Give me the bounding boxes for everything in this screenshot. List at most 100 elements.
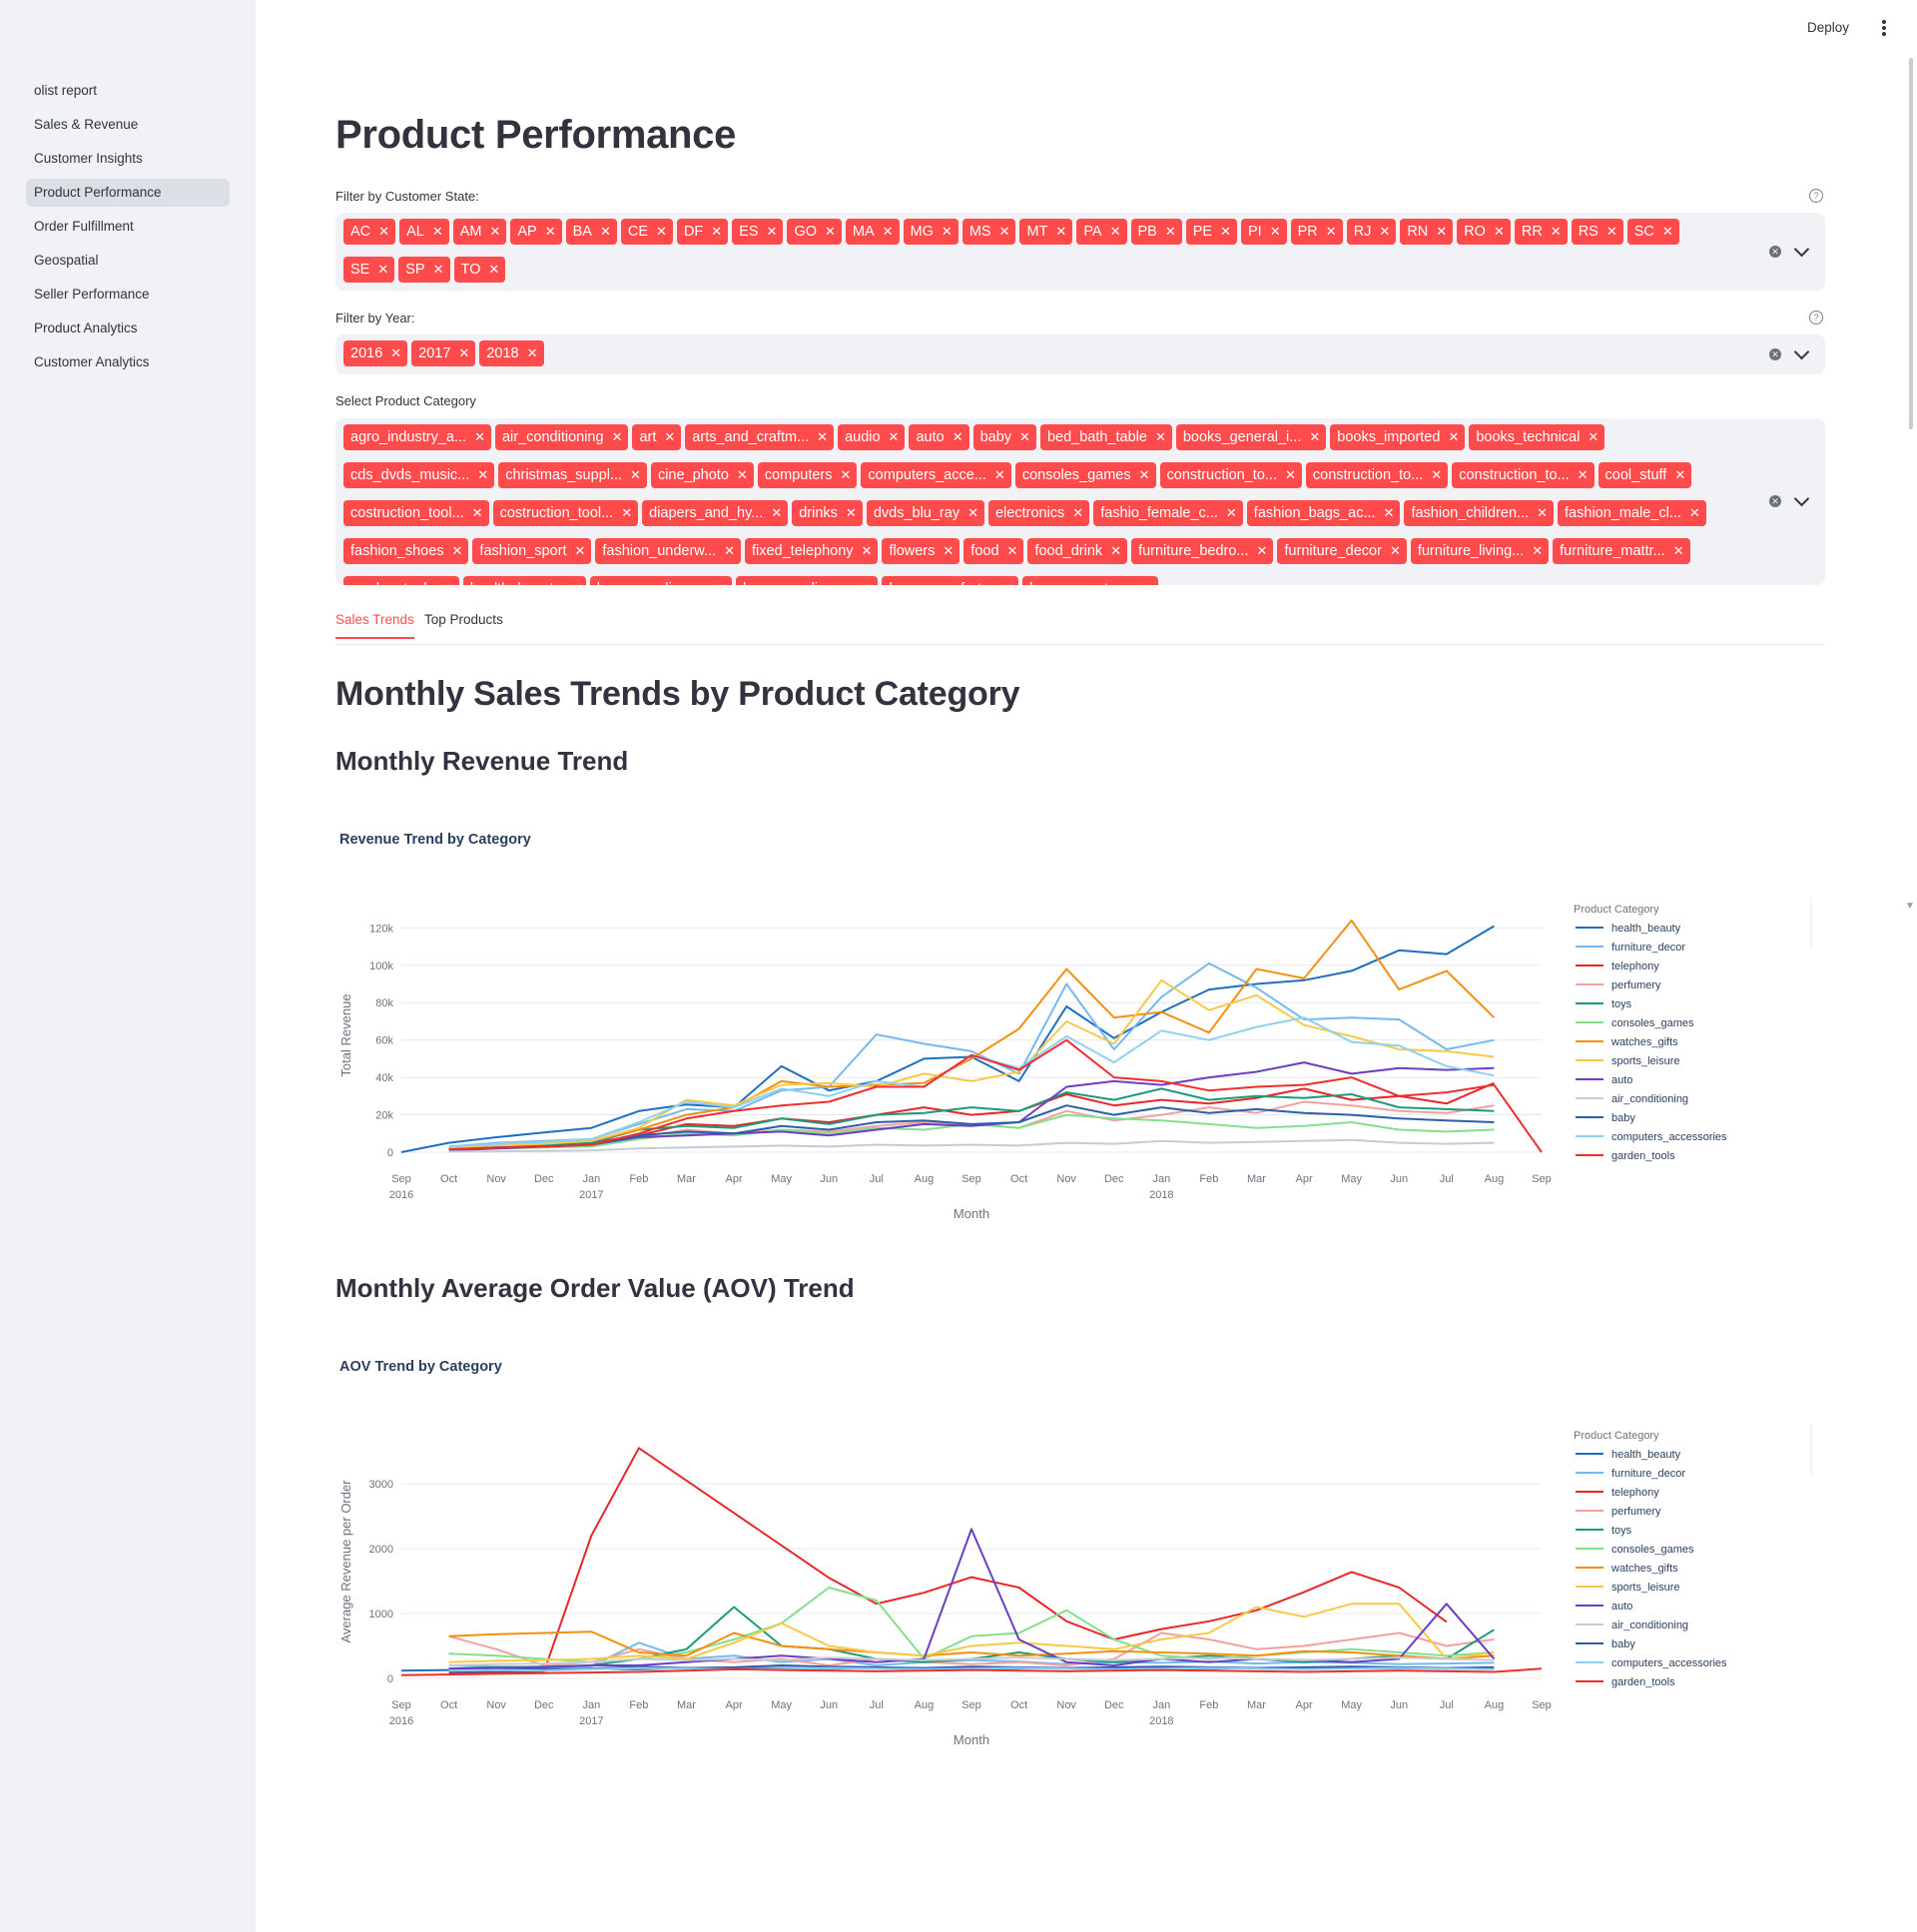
remove-chip-icon[interactable]: ✕ bbox=[474, 429, 485, 444]
remove-chip-icon[interactable]: ✕ bbox=[1606, 224, 1617, 239]
series-line-health-beauty[interactable] bbox=[400, 925, 1495, 1153]
selected-chip[interactable]: fixed_telephony ✕ bbox=[744, 538, 879, 564]
remove-chip-icon[interactable]: ✕ bbox=[1436, 224, 1447, 239]
legend-item[interactable]: watches_gifts bbox=[1610, 1563, 1678, 1575]
selected-chip[interactable]: food_drink ✕ bbox=[1027, 538, 1128, 564]
remove-chip-icon[interactable]: ✕ bbox=[771, 505, 782, 520]
sidebar-item-product-performance[interactable]: Product Performance bbox=[26, 179, 230, 207]
remove-chip-icon[interactable]: ✕ bbox=[472, 505, 483, 520]
remove-chip-icon[interactable]: ✕ bbox=[477, 467, 488, 482]
selected-chip[interactable]: art ✕ bbox=[632, 424, 682, 450]
selected-chip[interactable]: 2016 ✕ bbox=[343, 340, 408, 366]
selected-chip[interactable]: diapers_and_hy... ✕ bbox=[642, 500, 789, 526]
selected-chip[interactable]: fashio_female_c... ✕ bbox=[1093, 500, 1243, 526]
remove-chip-icon[interactable]: ✕ bbox=[1551, 224, 1562, 239]
sidebar-item-customer-insights[interactable]: Customer Insights bbox=[26, 145, 230, 173]
selected-chip[interactable]: computers ✕ bbox=[757, 462, 858, 488]
remove-chip-icon[interactable]: ✕ bbox=[1155, 429, 1166, 444]
selected-chip[interactable]: DF ✕ bbox=[676, 219, 729, 245]
legend-item[interactable]: watches_gifts bbox=[1610, 1036, 1678, 1048]
selected-chip[interactable]: costruction_tool... ✕ bbox=[343, 500, 489, 526]
selected-chip[interactable]: AM ✕ bbox=[452, 219, 507, 245]
selected-chip[interactable]: AP ✕ bbox=[510, 219, 562, 245]
tab-top-products[interactable]: Top Products bbox=[424, 612, 503, 637]
chevron-down-icon[interactable] bbox=[1793, 241, 1810, 258]
selected-chip[interactable]: PE ✕ bbox=[1185, 219, 1238, 245]
selected-chip[interactable]: PI ✕ bbox=[1241, 219, 1287, 245]
sidebar-item-seller-performance[interactable]: Seller Performance bbox=[26, 281, 230, 309]
remove-chip-icon[interactable]: ✕ bbox=[715, 581, 726, 585]
remove-chip-icon[interactable]: ✕ bbox=[527, 345, 538, 360]
remove-chip-icon[interactable]: ✕ bbox=[846, 505, 857, 520]
remove-chip-icon[interactable]: ✕ bbox=[1532, 543, 1543, 558]
year-filter-multiselect[interactable]: 2016 ✕ 2017 ✕ 2018 ✕ ✕ bbox=[335, 334, 1825, 374]
legend-item[interactable]: consoles_games bbox=[1611, 1017, 1694, 1029]
selected-chip[interactable]: furniture_mattr... ✕ bbox=[1553, 538, 1690, 564]
remove-chip-icon[interactable]: ✕ bbox=[943, 543, 954, 558]
selected-chip[interactable]: agro_industry_a... ✕ bbox=[343, 424, 491, 450]
selected-chip[interactable]: cine_photo ✕ bbox=[650, 462, 754, 488]
legend-item[interactable]: sports_leisure bbox=[1611, 1055, 1679, 1067]
clear-all-icon[interactable]: ✕ bbox=[1769, 246, 1781, 258]
remove-chip-icon[interactable]: ✕ bbox=[1055, 224, 1066, 239]
selected-chip[interactable]: 2017 ✕ bbox=[411, 340, 476, 366]
selected-chip[interactable]: fashion_children... ✕ bbox=[1404, 500, 1555, 526]
remove-chip-icon[interactable]: ✕ bbox=[545, 224, 556, 239]
remove-chip-icon[interactable]: ✕ bbox=[656, 224, 667, 239]
selected-chip[interactable]: fashion_shoes ✕ bbox=[343, 538, 469, 564]
remove-chip-icon[interactable]: ✕ bbox=[1139, 467, 1150, 482]
sidebar-item-order-fulfillment[interactable]: Order Fulfillment bbox=[26, 213, 230, 241]
legend-item[interactable]: garden_tools bbox=[1611, 1150, 1675, 1162]
selected-chip[interactable]: MS ✕ bbox=[961, 219, 1016, 245]
selected-chip[interactable]: home_comfort... ✕ bbox=[882, 576, 1019, 585]
remove-chip-icon[interactable]: ✕ bbox=[1110, 224, 1121, 239]
legend-item[interactable]: telephony bbox=[1611, 1487, 1659, 1499]
remove-chip-icon[interactable]: ✕ bbox=[953, 429, 963, 444]
selected-chip[interactable]: RJ ✕ bbox=[1346, 219, 1397, 245]
selected-chip[interactable]: RN ✕ bbox=[1400, 219, 1454, 245]
selected-chip[interactable]: christmas_suppl... ✕ bbox=[498, 462, 647, 488]
selected-chip[interactable]: AL ✕ bbox=[399, 219, 449, 245]
remove-chip-icon[interactable]: ✕ bbox=[1226, 505, 1237, 520]
state-filter-multiselect[interactable]: AC ✕ AL ✕ AM ✕ AP ✕ BA ✕ CE ✕ DF ✕ ES ✕ GO ✕ MA ✕ MG ✕ MS ✕ MT ✕ P… bbox=[335, 213, 1825, 291]
selected-chip[interactable]: construction_to... ✕ bbox=[1305, 462, 1449, 488]
category-filter-multiselect[interactable]: agro_industry_a... ✕ air_conditioning ✕ art ✕… bbox=[335, 418, 1825, 585]
clear-all-icon[interactable]: ✕ bbox=[1769, 348, 1781, 360]
selected-chip[interactable]: fashion_sport ✕ bbox=[472, 538, 592, 564]
remove-chip-icon[interactable]: ✕ bbox=[1674, 467, 1685, 482]
legend-item[interactable]: auto bbox=[1611, 1074, 1632, 1086]
selected-chip[interactable]: AC ✕ bbox=[343, 219, 396, 245]
legend-item[interactable]: furniture_decor bbox=[1611, 942, 1685, 954]
remove-chip-icon[interactable]: ✕ bbox=[1285, 467, 1296, 482]
remove-chip-icon[interactable]: ✕ bbox=[1165, 224, 1176, 239]
selected-chip[interactable]: books_technical ✕ bbox=[1469, 424, 1605, 450]
selected-chip[interactable]: auto ✕ bbox=[909, 424, 969, 450]
state-filter-help-icon[interactable]: ? bbox=[1809, 189, 1823, 203]
selected-chip[interactable]: food ✕ bbox=[963, 538, 1024, 564]
year-filter-help-icon[interactable]: ? bbox=[1809, 311, 1823, 324]
selected-chip[interactable]: 2018 ✕ bbox=[479, 340, 544, 366]
legend-item[interactable]: health_beauty bbox=[1611, 1449, 1681, 1461]
remove-chip-icon[interactable]: ✕ bbox=[711, 224, 722, 239]
selected-chip[interactable]: home_constru... ✕ bbox=[1022, 576, 1159, 585]
remove-chip-icon[interactable]: ✕ bbox=[1431, 467, 1442, 482]
sidebar-item-sales-revenue[interactable]: Sales & Revenue bbox=[26, 111, 230, 139]
tab-sales-trends[interactable]: Sales Trends bbox=[335, 612, 414, 639]
remove-chip-icon[interactable]: ✕ bbox=[841, 467, 852, 482]
remove-chip-icon[interactable]: ✕ bbox=[433, 262, 444, 277]
selected-chip[interactable]: cds_dvds_music... ✕ bbox=[343, 462, 495, 488]
selected-chip[interactable]: CE ✕ bbox=[620, 219, 673, 245]
selected-chip[interactable]: home_applianc... ✕ bbox=[736, 576, 879, 585]
selected-chip[interactable]: fashion_bags_ac... ✕ bbox=[1246, 500, 1401, 526]
legend-item[interactable]: sports_leisure bbox=[1611, 1582, 1679, 1594]
remove-chip-icon[interactable]: ✕ bbox=[994, 467, 1005, 482]
selected-chip[interactable]: fashion_underw... ✕ bbox=[595, 538, 741, 564]
sidebar-item-geospatial[interactable]: Geospatial bbox=[26, 247, 230, 275]
legend-item[interactable]: air_conditioning bbox=[1611, 1093, 1688, 1105]
remove-chip-icon[interactable]: ✕ bbox=[1270, 224, 1281, 239]
remove-chip-icon[interactable]: ✕ bbox=[1448, 429, 1459, 444]
remove-chip-icon[interactable]: ✕ bbox=[390, 345, 401, 360]
remove-chip-icon[interactable]: ✕ bbox=[664, 429, 675, 444]
selected-chip[interactable]: fashion_male_cl... ✕ bbox=[1558, 500, 1706, 526]
remove-chip-icon[interactable]: ✕ bbox=[1379, 224, 1390, 239]
